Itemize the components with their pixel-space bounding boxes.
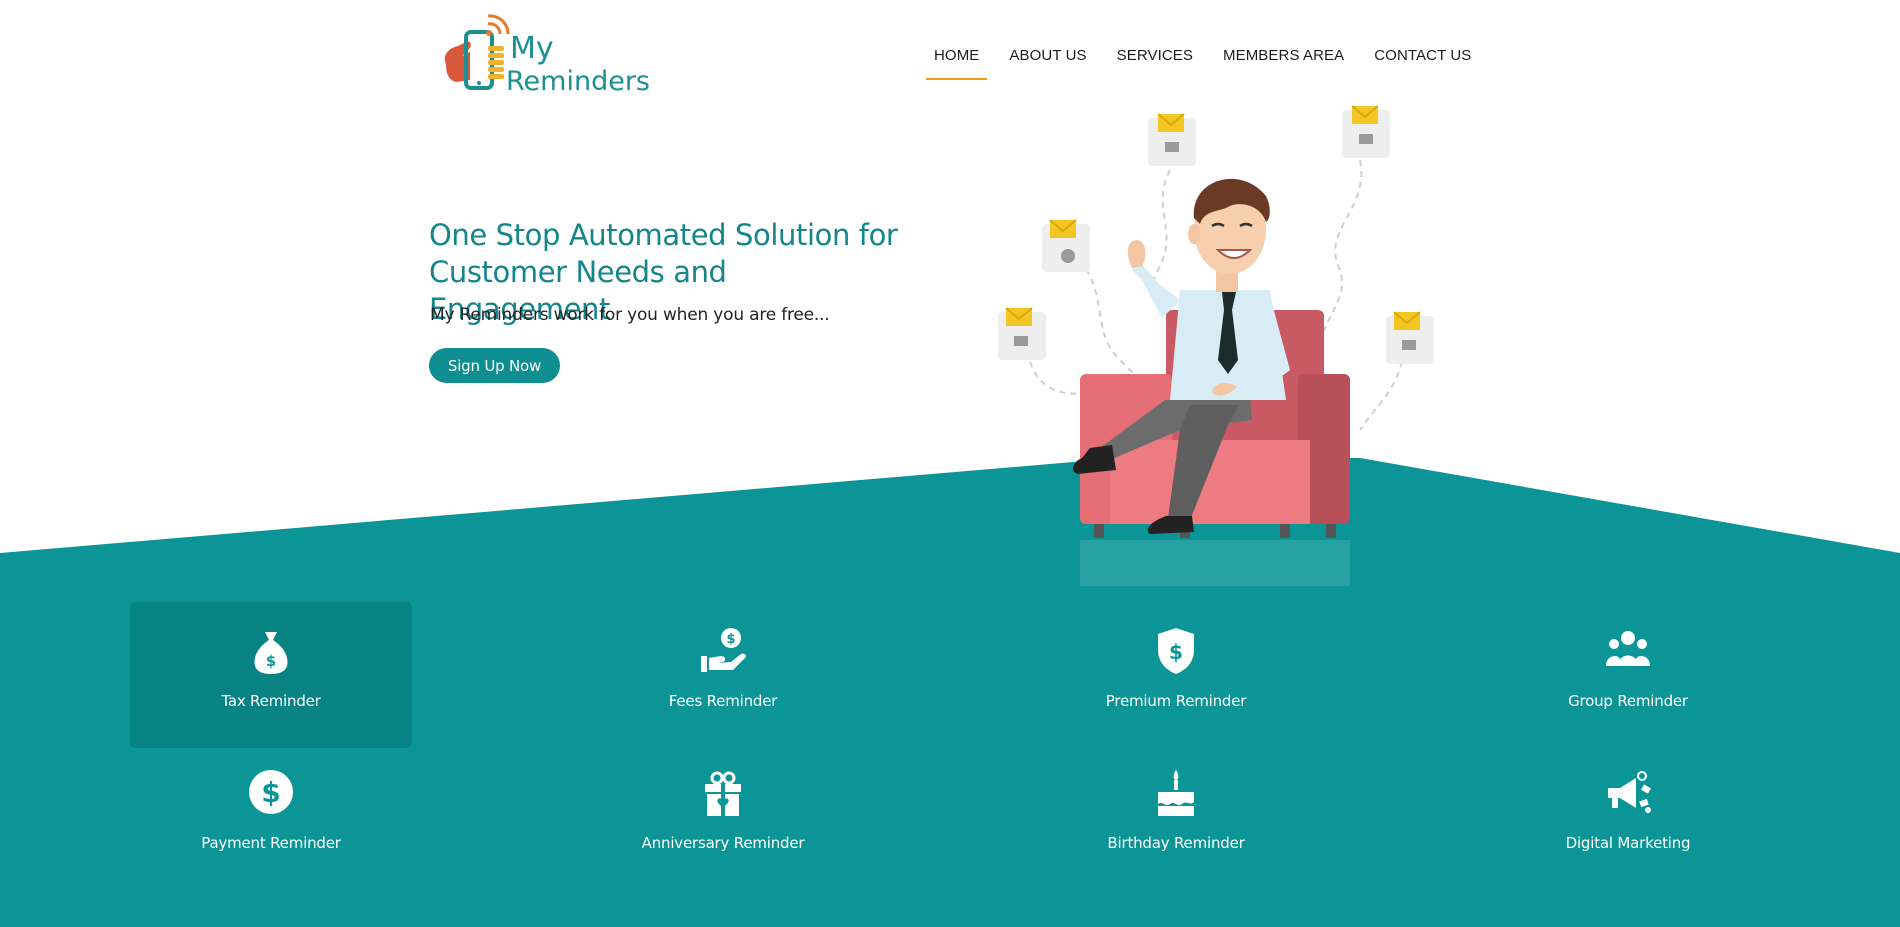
service-label: Tax Reminder [221,692,321,710]
service-birthday-reminder[interactable]: Birthday Reminder [1035,744,1317,890]
svg-text:$: $ [266,652,276,670]
nav-item-about-us[interactable]: ABOUT US [1001,40,1094,81]
megaphone-icon [1600,764,1656,820]
service-digital-marketing[interactable]: Digital Marketing [1487,744,1769,890]
envelope-icon [1386,311,1434,364]
service-group-reminder[interactable]: Group Reminder [1487,602,1769,748]
service-label: Digital Marketing [1565,834,1691,852]
hero-subtitle: My Reminders work for you when you are f… [430,305,830,325]
hero-title-line1: One Stop Automated Solution for [429,218,898,252]
nav-item-home[interactable]: HOME [926,40,988,81]
logo-text-reminders: Reminders [506,66,650,94]
shield-dollar-icon: $ [1148,622,1204,678]
group-icon [1600,622,1656,678]
birthday-cake-icon [1148,764,1204,820]
nav-item-services[interactable]: SERVICES [1109,40,1201,81]
envelope-icon [998,307,1046,360]
main-nav: HOME ABOUT US SERVICES MEMBERS AREA CONTACT … [926,40,1493,81]
service-label: Anniversary Reminder [641,834,805,852]
service-premium-reminder[interactable]: $ Premium Reminder [1035,602,1317,748]
my-reminders-logo[interactable]: My Reminders [440,12,655,94]
dollar-circle-icon: $ [243,764,299,820]
envelope-icon [1042,219,1090,272]
service-anniversary-reminder[interactable]: Anniversary Reminder [582,744,864,890]
money-bag-icon: $ [243,622,299,678]
hand-coin-icon: $ [695,622,751,678]
svg-text:$: $ [726,632,735,647]
nav-item-members-area[interactable]: MEMBERS AREA [1215,40,1352,81]
envelope-icon [1148,113,1196,166]
service-label: Group Reminder [1568,692,1688,710]
service-label: Birthday Reminder [1107,834,1245,852]
man-in-armchair-illustration [998,105,1434,586]
svg-text:$: $ [1169,640,1183,664]
gift-icon [695,764,751,820]
service-fees-reminder[interactable]: $ Fees Reminder [582,602,864,748]
service-tax-reminder[interactable]: $ Tax Reminder [130,602,412,748]
envelope-icon [1342,105,1390,158]
sign-up-button[interactable]: Sign Up Now [429,348,560,383]
svg-text:$: $ [261,776,280,809]
service-label: Fees Reminder [668,692,778,710]
logo-text-my: My [510,31,554,66]
service-label: Payment Reminder [201,834,341,852]
nav-item-contact-us[interactable]: CONTACT US [1366,40,1479,81]
service-label: Premium Reminder [1105,692,1247,710]
service-payment-reminder[interactable]: $ Payment Reminder [130,744,412,890]
page: My Reminders HOME ABOUT US SERVICES MEMBERS… [0,0,1900,927]
